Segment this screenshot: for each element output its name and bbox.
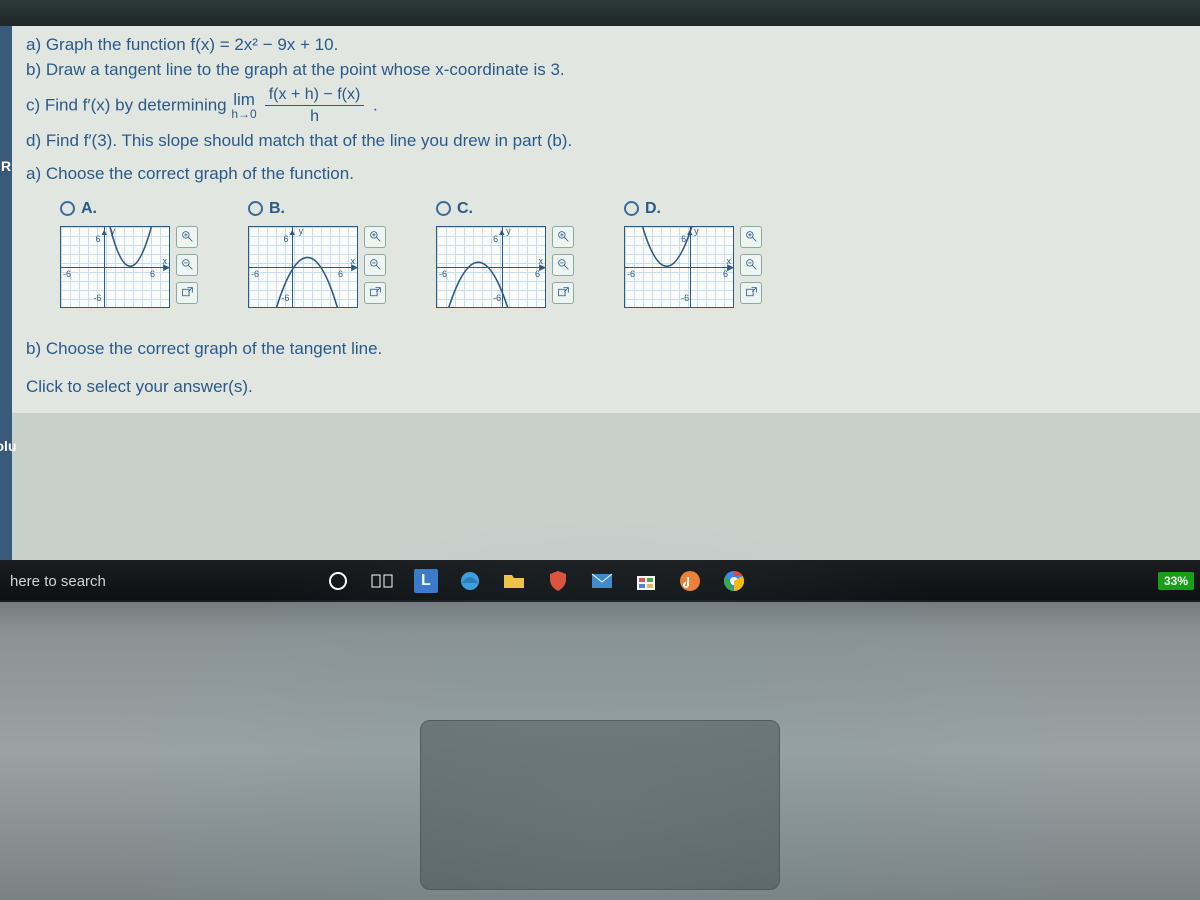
zoom-in-c[interactable] (552, 226, 574, 248)
browser-tab-strip (0, 0, 1200, 26)
question-d: d) Find f′(3). This slope should match t… (26, 130, 1186, 153)
cortana-icon[interactable] (326, 569, 350, 593)
click-select-hint: Click to select your answer(s). (26, 376, 1186, 399)
option-a[interactable]: A. ▶▲ y x 6 6 -6 -6 (60, 198, 198, 308)
limit-label: lim (233, 91, 255, 108)
radio-a[interactable] (60, 201, 75, 216)
graph-thumb-c[interactable]: ▶▲ y x 6 6 -6 -6 (436, 226, 546, 308)
music-icon[interactable] (678, 569, 702, 593)
limit-sub: h→0 (231, 108, 256, 120)
zoom-in-d[interactable] (740, 226, 762, 248)
question-c: c) Find f′(x) by determining lim h→0 f(x… (26, 84, 1186, 128)
option-c-label: C. (457, 198, 473, 220)
popout-c[interactable] (552, 282, 574, 304)
zoom-in-b[interactable] (364, 226, 386, 248)
zoom-out-b[interactable] (364, 254, 386, 276)
graph-thumb-b[interactable]: ▶▲ y x 6 6 -6 -6 (248, 226, 358, 308)
file-explorer-icon[interactable] (502, 569, 526, 593)
popout-b[interactable] (364, 282, 386, 304)
popout-a[interactable] (176, 282, 198, 304)
zoom-out-c[interactable] (552, 254, 574, 276)
taskbar-icons: L (326, 569, 746, 593)
graph-options-row: A. ▶▲ y x 6 6 -6 -6 (60, 198, 1186, 308)
battery-percent: 33% (1158, 572, 1194, 590)
question-a: a) Graph the function f(x) = 2x² − 9x + … (26, 34, 1186, 57)
fraction-denominator: h (265, 106, 365, 128)
zoom-out-a[interactable] (176, 254, 198, 276)
chrome-icon[interactable] (722, 569, 746, 593)
page-nav-edge: R olu (0, 26, 12, 586)
taskbar-search[interactable]: here to search (10, 573, 106, 590)
option-b-label: B. (269, 198, 285, 220)
difference-quotient: f(x + h) − f(x) h (265, 84, 365, 128)
question-c-post: . (373, 95, 378, 114)
nav-fragment-r: R (1, 158, 11, 174)
option-c[interactable]: C. ▶▲ y x 6 6 -6 -6 (436, 198, 574, 308)
laptop-trackpad (420, 720, 780, 890)
graph-thumb-a[interactable]: ▶▲ y x 6 6 -6 -6 (60, 226, 170, 308)
fraction-numerator: f(x + h) − f(x) (265, 84, 365, 107)
option-a-label: A. (81, 198, 97, 220)
mail-icon[interactable] (590, 569, 614, 593)
zoom-in-a[interactable] (176, 226, 198, 248)
nav-fragment-olu: olu (0, 438, 17, 454)
windows-taskbar: here to search L 33% (0, 560, 1200, 602)
app-icon-l[interactable]: L (414, 569, 438, 593)
question-panel: a) Graph the function f(x) = 2x² − 9x + … (12, 26, 1200, 413)
option-d[interactable]: D. ▶▲ y x 6 6 -6 -6 (624, 198, 762, 308)
edge-icon[interactable] (458, 569, 482, 593)
part-b-prompt: b) Choose the correct graph of the tange… (26, 338, 1186, 361)
question-b: b) Draw a tangent line to the graph at t… (26, 59, 1186, 82)
shield-icon[interactable] (546, 569, 570, 593)
popout-d[interactable] (740, 282, 762, 304)
part-a-prompt: a) Choose the correct graph of the funct… (26, 163, 1186, 186)
battery-indicator[interactable]: 33% (1158, 560, 1194, 602)
question-c-pre: c) Find f′(x) by determining (26, 95, 231, 114)
zoom-out-d[interactable] (740, 254, 762, 276)
option-d-label: D. (645, 198, 661, 220)
graph-thumb-d[interactable]: ▶▲ y x 6 6 -6 -6 (624, 226, 734, 308)
radio-c[interactable] (436, 201, 451, 216)
task-view-icon[interactable] (370, 569, 394, 593)
option-b[interactable]: B. ▶▲ y x 6 6 -6 -6 (248, 198, 386, 308)
radio-d[interactable] (624, 201, 639, 216)
store-icon[interactable] (634, 569, 658, 593)
radio-b[interactable] (248, 201, 263, 216)
